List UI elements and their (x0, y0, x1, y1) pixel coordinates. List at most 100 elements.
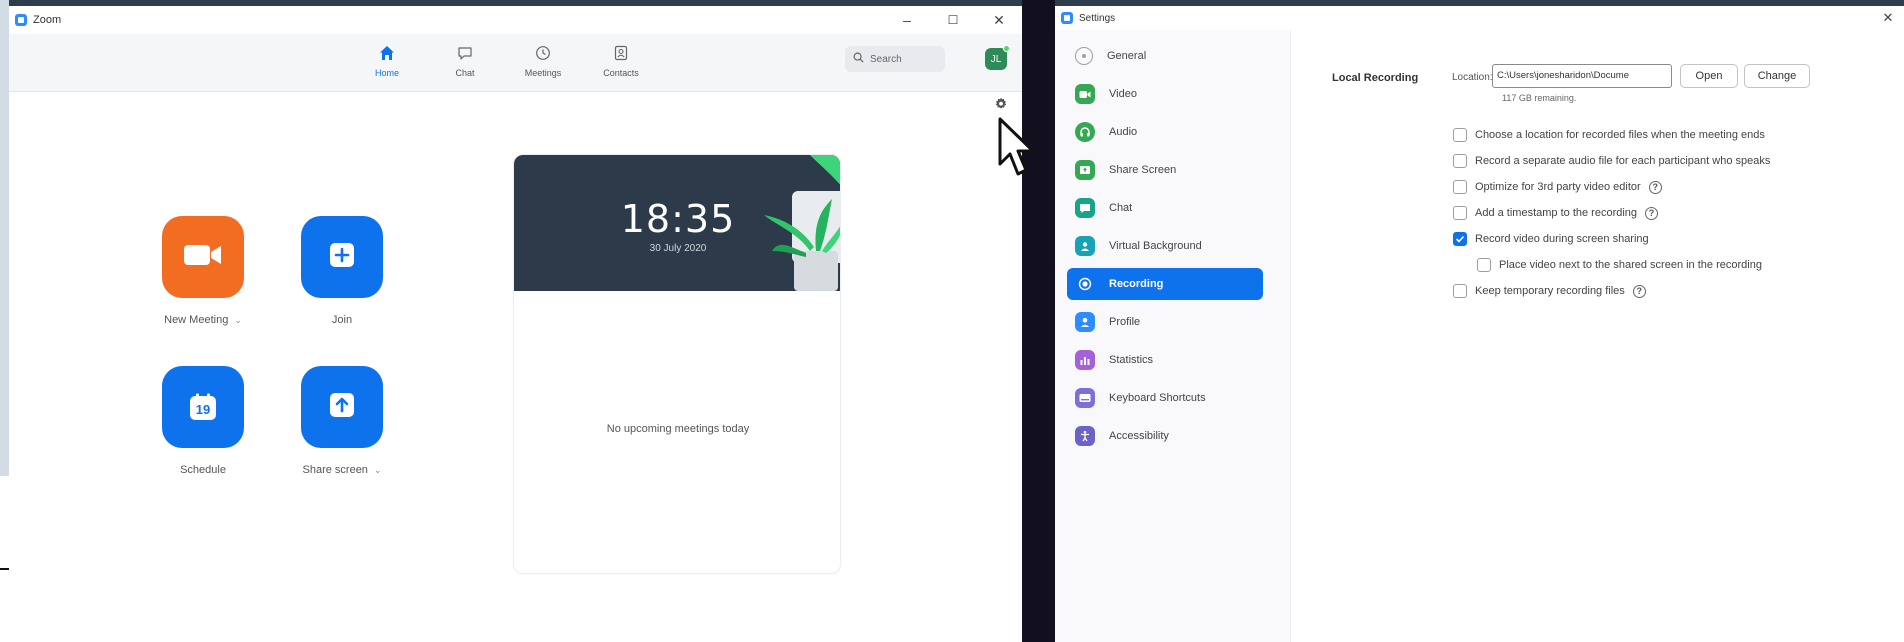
sidebar-item-label: Virtual Background (1109, 240, 1202, 252)
mouse-cursor-icon (997, 116, 1041, 185)
join-label: Join (331, 314, 353, 326)
online-status-dot (1003, 45, 1010, 52)
sidebar-item-profile[interactable]: Profile (1067, 306, 1263, 338)
sidebar-item-label: Statistics (1109, 354, 1154, 366)
profile-icon (1075, 312, 1095, 332)
settings-gear-button[interactable] (991, 96, 1011, 116)
tab-contacts[interactable]: Contacts (586, 44, 656, 78)
virtual-background-icon (1075, 236, 1095, 256)
sidebar-item-chat[interactable]: Chat (1067, 192, 1263, 224)
sidebar-item-keyboard-shortcuts[interactable]: Keyboard Shortcuts (1067, 382, 1263, 414)
recording-icon (1075, 274, 1095, 294)
sidebar-item-general[interactable]: General (1067, 40, 1263, 72)
storage-remaining-text: 117 GB remaining. (1502, 93, 1577, 103)
tab-contacts-label: Contacts (603, 68, 639, 78)
desktop-background-strip (0, 0, 9, 476)
gear-icon (994, 97, 1008, 116)
share-screen-button[interactable] (301, 366, 383, 448)
tab-home-label: Home (374, 68, 399, 78)
sidebar-item-video[interactable]: Video (1067, 78, 1263, 110)
tab-chat-label: Chat (455, 68, 475, 78)
place-video-next-checkbox[interactable] (1477, 258, 1491, 272)
new-meeting-action: New Meeting ⌄ (153, 216, 253, 326)
sidebar-item-label: Profile (1109, 316, 1141, 328)
sidebar-item-label: Share Screen (1109, 164, 1177, 176)
sidebar-item-label: Accessibility (1109, 430, 1169, 442)
share-screen-label: Share screen ⌄ (302, 464, 382, 476)
zoom-logo-icon (1061, 12, 1073, 24)
sidebar-item-audio[interactable]: Audio (1067, 116, 1263, 148)
sidebar-item-label: Recording (1109, 278, 1164, 290)
share-screen-icon (328, 391, 356, 424)
calendar-day: 19 (195, 402, 211, 417)
settings-window-title: Settings (1079, 12, 1116, 24)
sidebar-item-virtual-background[interactable]: Virtual Background (1067, 230, 1263, 262)
option-keep-temporary: Keep temporary recording files ? (1453, 282, 1646, 300)
option-label: Record video during screen sharing (1475, 233, 1649, 245)
chat-icon (457, 44, 473, 62)
share-screen-action: Share screen ⌄ (292, 366, 392, 476)
general-icon (1075, 47, 1093, 65)
help-icon[interactable]: ? (1632, 284, 1646, 298)
close-button[interactable]: ✕ (976, 6, 1022, 34)
maximize-button[interactable]: ☐ (930, 6, 976, 34)
zoom-logo-icon (15, 14, 27, 26)
option-choose-location: Choose a location for recorded files whe… (1453, 126, 1765, 144)
search-icon (853, 50, 864, 68)
separate-audio-checkbox[interactable] (1453, 154, 1467, 168)
zoom-main-window: Zoom – ☐ ✕ Home Chat Meetings Contacts S… (9, 6, 1035, 642)
screen: Zoom – ☐ ✕ Home Chat Meetings Contacts S… (0, 0, 1904, 642)
change-button[interactable]: Change (1744, 64, 1810, 88)
help-icon[interactable]: ? (1648, 180, 1662, 194)
sidebar-item-share-screen[interactable]: Share Screen (1067, 154, 1263, 186)
record-screen-sharing-checkbox[interactable] (1453, 232, 1467, 246)
settings-close-button[interactable]: ✕ (1878, 8, 1898, 28)
option-label: Keep temporary recording files (1475, 285, 1625, 297)
sidebar-item-statistics[interactable]: Statistics (1067, 344, 1263, 376)
new-meeting-label: New Meeting ⌄ (164, 314, 242, 326)
tab-meetings[interactable]: Meetings (508, 44, 578, 78)
accessibility-icon (1075, 426, 1095, 446)
window-gap (1022, 0, 1055, 642)
chat-icon (1075, 198, 1095, 218)
schedule-action: 19 Schedule (153, 366, 253, 476)
settings-window: Settings ✕ General Video Audio Share Scr… (1055, 6, 1904, 642)
timestamp-checkbox[interactable] (1453, 206, 1467, 220)
join-action: Join (292, 216, 392, 326)
location-path-field[interactable]: C:\Users\jonesharidon\Docume (1492, 64, 1672, 88)
tab-chat[interactable]: Chat (430, 44, 500, 78)
option-label: Record a separate audio file for each pa… (1475, 155, 1771, 167)
share-screen-icon (1075, 160, 1095, 180)
join-button[interactable] (301, 216, 383, 298)
tab-home[interactable]: Home (352, 44, 422, 78)
new-meeting-button[interactable] (162, 216, 244, 298)
schedule-label: Schedule (180, 464, 226, 476)
desktop-background-line (0, 568, 9, 570)
location-label: Location: (1452, 72, 1493, 83)
minimize-button[interactable]: – (884, 6, 930, 34)
clock-time: 18:35 (620, 197, 736, 241)
open-button[interactable]: Open (1680, 64, 1738, 88)
calendar-icon: 19 (188, 392, 218, 422)
option-record-screen-sharing: Record video during screen sharing (1453, 230, 1649, 248)
sidebar-item-label: General (1107, 50, 1147, 62)
plus-icon (328, 241, 356, 274)
option-label: Choose a location for recorded files whe… (1475, 129, 1765, 141)
option-label: Add a timestamp to the recording (1475, 207, 1638, 219)
search-placeholder: Search (870, 53, 902, 65)
keep-temporary-checkbox[interactable] (1453, 284, 1467, 298)
sidebar-item-recording[interactable]: Recording (1067, 268, 1263, 300)
settings-sidebar: General Video Audio Share Screen Chat Vi… (1055, 30, 1291, 642)
search-input[interactable]: Search (845, 46, 945, 72)
schedule-button[interactable]: 19 (162, 366, 244, 448)
sidebar-item-label: Chat (1109, 202, 1133, 214)
sidebar-item-accessibility[interactable]: Accessibility (1067, 420, 1263, 452)
checkmark-icon (1455, 235, 1465, 243)
help-icon[interactable]: ? (1645, 206, 1659, 220)
chevron-down-icon[interactable]: ⌄ (234, 315, 242, 325)
chevron-down-icon[interactable]: ⌄ (374, 465, 382, 475)
optimize-editor-checkbox[interactable] (1453, 180, 1467, 194)
tab-meetings-label: Meetings (524, 68, 562, 78)
upcoming-meetings-card: 18:35 30 July 2020 No upcoming meetings … (513, 154, 841, 574)
choose-location-checkbox[interactable] (1453, 128, 1467, 142)
